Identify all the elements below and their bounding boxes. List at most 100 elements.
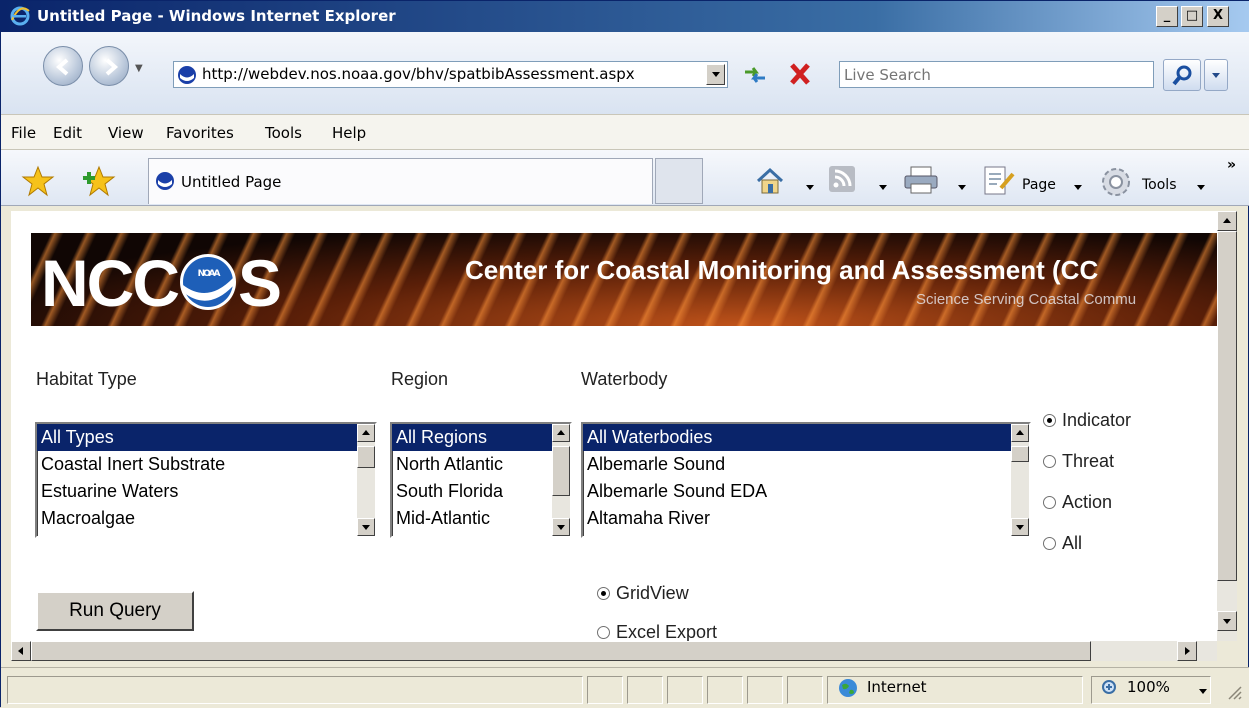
region-listbox[interactable]: All Regions North Atlantic South Florida… (390, 422, 572, 538)
favorites-star-icon[interactable] (21, 164, 55, 198)
scroll-thumb[interactable] (552, 446, 570, 496)
menu-favorites[interactable]: Favorites (166, 124, 234, 142)
radio-label: All (1062, 533, 1083, 553)
radio-dot[interactable] (1043, 414, 1056, 427)
radio-dot[interactable] (597, 587, 610, 600)
list-item[interactable]: Altamaha River (583, 505, 1029, 532)
habitat-type-label: Habitat Type (36, 369, 137, 389)
region-scrollbar[interactable] (552, 424, 570, 536)
page-horizontal-scrollbar[interactable] (11, 641, 1217, 661)
search-button[interactable] (1163, 59, 1201, 91)
menu-tools[interactable]: Tools (265, 124, 302, 142)
page-dropdown-icon[interactable] (1074, 185, 1082, 194)
logo-text-right: S (238, 246, 282, 320)
list-item[interactable]: Macroalgae (37, 505, 375, 532)
habitat-type-listbox[interactable]: All Types Coastal Inert Substrate Estuar… (35, 422, 377, 538)
address-bar[interactable]: http://webdev.nos.noaa.gov/bhv/spatbibAs… (173, 61, 728, 88)
add-favorites-icon[interactable] (79, 164, 117, 198)
zoom-dropdown-icon[interactable] (1199, 689, 1207, 698)
home-icon[interactable] (753, 164, 787, 198)
scroll-up-button[interactable] (357, 424, 375, 442)
refresh-icon[interactable] (736, 59, 774, 89)
scroll-down-button[interactable] (1011, 518, 1029, 536)
right-arrow-icon (1185, 647, 1190, 655)
status-panel (787, 676, 823, 704)
scroll-up-button[interactable] (1011, 424, 1029, 442)
down-arrow-icon (1223, 619, 1231, 624)
resize-grip-icon[interactable] (1225, 683, 1243, 701)
scroll-down-button[interactable] (1217, 611, 1237, 631)
search-input[interactable] (844, 65, 1144, 84)
radio-indicator[interactable]: Indicator (1043, 410, 1131, 431)
back-button[interactable] (43, 46, 83, 86)
recent-pages-dropdown-icon[interactable]: ▼ (135, 63, 143, 74)
scroll-down-button[interactable] (552, 518, 570, 536)
tools-menu-label[interactable]: Tools (1142, 177, 1177, 193)
address-url[interactable]: http://webdev.nos.noaa.gov/bhv/spatbibAs… (202, 65, 635, 83)
list-item[interactable]: Albemarle Sound EDA (583, 478, 1029, 505)
page-vertical-scrollbar[interactable] (1217, 211, 1237, 641)
list-item[interactable]: Estuarine Waters (37, 478, 375, 505)
print-dropdown-icon[interactable] (958, 185, 966, 194)
list-item[interactable]: South Florida (392, 478, 570, 505)
list-item[interactable]: All Waterbodies (583, 424, 1029, 451)
waterbody-listbox[interactable]: All Waterbodies Albemarle Sound Albemarl… (581, 422, 1031, 538)
scroll-left-button[interactable] (11, 641, 31, 661)
status-panel (627, 676, 663, 704)
radio-all[interactable]: All (1043, 533, 1082, 554)
scroll-thumb[interactable] (357, 446, 375, 468)
scroll-thumb[interactable] (1011, 446, 1029, 462)
menu-view[interactable]: View (108, 124, 144, 142)
tools-dropdown-icon[interactable] (1197, 185, 1205, 194)
radio-excel-export[interactable]: Excel Export (597, 622, 717, 641)
feeds-dropdown-icon[interactable] (879, 185, 887, 194)
radio-action[interactable]: Action (1043, 492, 1112, 513)
list-item[interactable]: Albemarle Sound (583, 451, 1029, 478)
stop-icon[interactable] (781, 59, 819, 89)
scroll-up-button[interactable] (552, 424, 570, 442)
page-menu-label[interactable]: Page (1022, 177, 1056, 193)
forward-button[interactable] (89, 46, 129, 86)
scroll-up-button[interactable] (1217, 211, 1237, 231)
menu-file[interactable]: File (11, 124, 36, 142)
title-bar: Untitled Page - Windows Internet Explore… (1, 1, 1249, 32)
zoom-icon[interactable] (1101, 679, 1121, 697)
region-label: Region (391, 369, 449, 389)
radio-gridview[interactable]: GridView (597, 583, 689, 604)
scroll-thumb[interactable] (1217, 231, 1237, 581)
waterbody-scrollbar[interactable] (1011, 424, 1029, 536)
scroll-right-button[interactable] (1177, 641, 1197, 661)
minimize-button[interactable]: _ (1156, 6, 1178, 27)
radio-dot[interactable] (1043, 496, 1056, 509)
page-icon[interactable] (981, 164, 1017, 198)
list-item[interactable]: Coastal Inert Substrate (37, 451, 375, 478)
address-dropdown-button[interactable] (706, 64, 725, 85)
menu-edit[interactable]: Edit (53, 124, 82, 142)
maximize-button[interactable]: □ (1181, 6, 1203, 27)
window-title: Untitled Page - Windows Internet Explore… (37, 7, 396, 25)
menu-help[interactable]: Help (332, 124, 366, 142)
tab-untitled-page[interactable]: Untitled Page (148, 158, 653, 204)
list-item[interactable]: North Atlantic (392, 451, 570, 478)
scroll-down-button[interactable] (357, 518, 375, 536)
new-tab-button[interactable] (655, 158, 703, 204)
toolbar-overflow-chevron[interactable]: » (1227, 157, 1236, 173)
list-item[interactable]: All Regions (392, 424, 570, 451)
home-dropdown-icon[interactable] (806, 185, 814, 194)
search-box[interactable] (839, 61, 1154, 88)
search-options-dropdown[interactable] (1204, 59, 1228, 91)
close-button[interactable]: X (1207, 6, 1229, 27)
radio-dot[interactable] (1043, 455, 1056, 468)
radio-dot[interactable] (1043, 537, 1056, 550)
radio-dot[interactable] (597, 626, 610, 639)
rss-feeds-icon[interactable] (827, 164, 857, 194)
security-zone-panel[interactable] (827, 676, 1083, 704)
radio-threat[interactable]: Threat (1043, 451, 1114, 472)
print-icon[interactable] (901, 164, 941, 196)
list-item[interactable]: Mid-Atlantic (392, 505, 570, 532)
run-query-button[interactable]: Run Query (36, 591, 194, 631)
tools-gear-icon[interactable] (1098, 164, 1134, 200)
scroll-thumb[interactable] (31, 641, 1091, 661)
habitat-scrollbar[interactable] (357, 424, 375, 536)
list-item[interactable]: All Types (37, 424, 375, 451)
